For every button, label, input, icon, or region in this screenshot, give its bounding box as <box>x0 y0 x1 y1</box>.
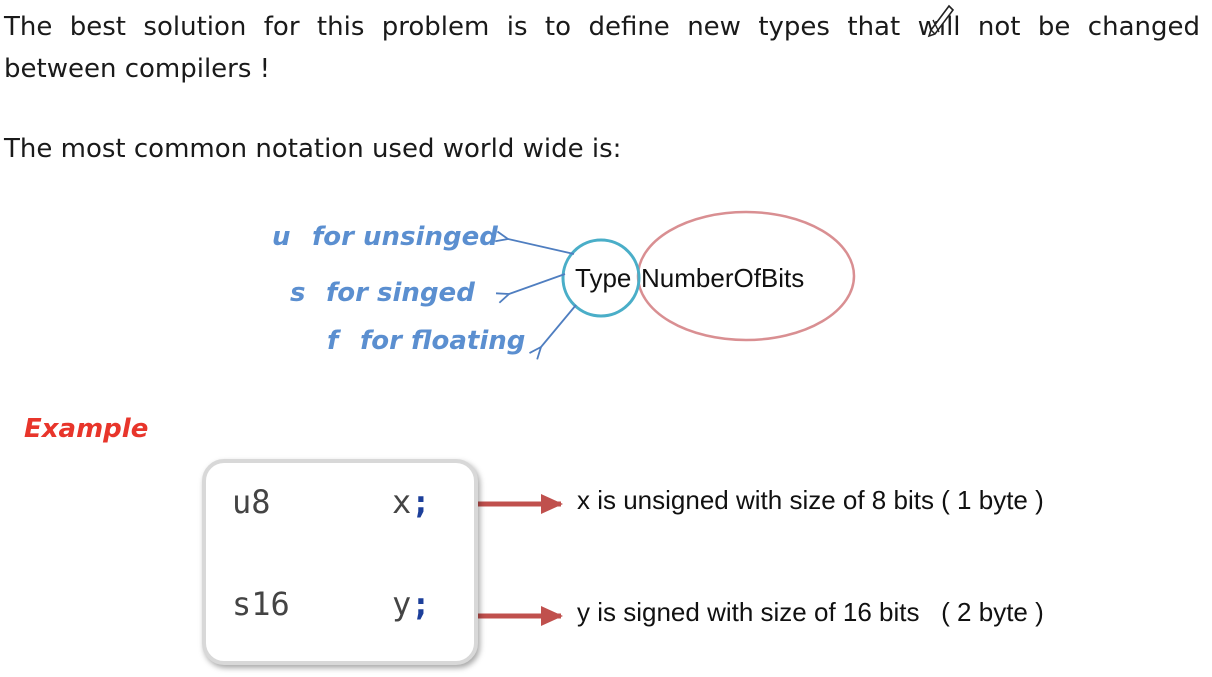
arrow-to-u <box>508 239 575 255</box>
example-description: y is signed with size of 16 bits ( 2 byt… <box>577 597 1044 627</box>
legend-unsigned: u for unsinged <box>272 222 498 252</box>
notation-diagram <box>472 210 856 626</box>
legend-letter: u <box>272 222 291 252</box>
legend-floating: f for floating <box>327 326 525 356</box>
variable-name: y <box>392 585 412 623</box>
code-type: s16 <box>232 585 290 623</box>
type-label: Type <box>575 263 632 293</box>
example-description: x is unsigned with size of 8 bits ( 1 by… <box>577 485 1044 515</box>
variable-name: x <box>392 483 412 521</box>
legend-signed: s for singed <box>290 278 475 308</box>
legend-text: for singed <box>326 278 475 308</box>
legend-letter: f <box>327 326 339 356</box>
semicolon: ; <box>411 483 431 521</box>
arrow-to-s <box>509 273 566 294</box>
arrow-to-f <box>541 304 577 347</box>
code-variable: x; <box>392 483 431 521</box>
legend-text: for unsinged <box>312 222 498 252</box>
legend-letter: s <box>290 278 306 308</box>
code-variable: y; <box>392 585 431 623</box>
semicolon: ; <box>411 585 431 623</box>
pen-cursor-icon <box>927 4 955 38</box>
legend-text: for floating <box>360 326 526 356</box>
code-type: u8 <box>232 483 271 521</box>
number-of-bits-label: NumberOfBits <box>641 263 805 293</box>
code-example-box: u8 x; s16 y; <box>202 459 478 665</box>
example-heading: Example <box>24 414 149 444</box>
